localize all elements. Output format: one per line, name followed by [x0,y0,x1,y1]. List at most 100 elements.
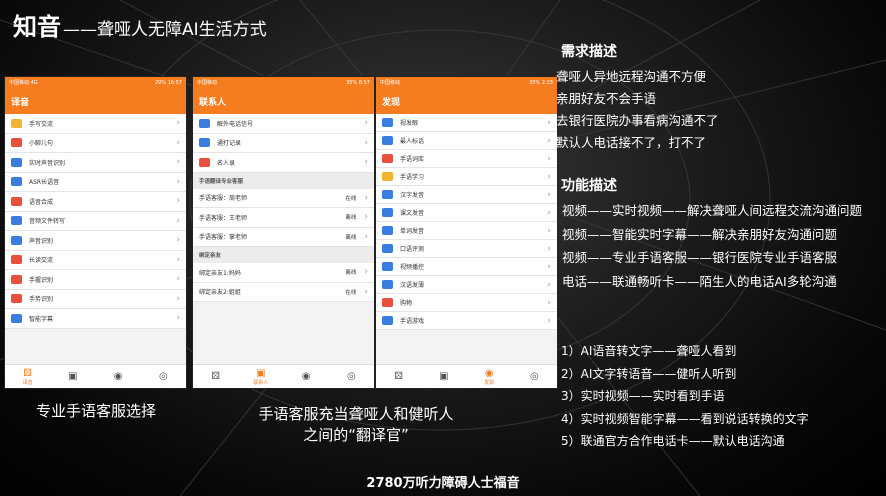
list-item[interactable]: 通打记录 › [193,133,374,153]
list-item[interactable]: 购物 › [376,294,557,312]
list-item[interactable]: 长读交流 › [5,250,186,270]
list-item-label: 手语词库 [400,156,425,163]
list-item-label: 长读交流 [29,257,54,265]
list-item-label: 名人录 [217,159,236,167]
list-item[interactable]: 实时声音识别 › [5,153,186,173]
tab-compass[interactable]: ◉ [284,365,329,388]
ear-icon: ⚄ [23,367,32,379]
item-icon [11,177,22,187]
chevron-right-icon: › [176,137,180,148]
tab-ear[interactable]: ⚄ [376,365,421,388]
text-line: 4）实时视频智能字幕——看到说话转换的文字 [561,411,809,426]
text-line: 3）实时视频——实时看到手语 [561,389,725,403]
status-left: 中国移动 [197,80,218,86]
tab-profile[interactable]: ◎ [329,365,374,388]
tab-chat[interactable]: ▣ 联系人 [238,365,283,388]
chevron-right-icon: › [364,137,368,148]
list-item[interactable]: ASR长语音 › [5,172,186,192]
chevron-right-icon: › [547,279,551,290]
chevron-right-icon: › [547,315,551,326]
needs-list: 聋哑人异地远程沟通不方便 亲朋好友不会手语 去银行医院办事看病沟通不了 默认人电话接不… [556,66,719,154]
item-icon [11,196,22,206]
list-item[interactable]: 声音识别 › [5,231,186,251]
list-item[interactable]: 课文发音 › [376,204,557,222]
profile-icon: ◎ [347,371,356,382]
tab-ear[interactable]: ⚄ [193,365,238,388]
slide-title: 知音 ——聋哑人无障AI生活方式 [13,7,267,42]
list-item[interactable]: 手写交流 › [5,114,186,134]
item-icon [11,118,22,128]
section-header: 手语翻译专业客服 [193,172,374,189]
list-item[interactable]: 语音合成 › [5,192,186,212]
tab-chat[interactable]: ▣ [50,365,95,388]
text-line: 去银行医院办事看病沟通不了 [556,113,719,128]
status-text: 离线 [345,234,357,241]
list-item[interactable]: 名人录 › [193,153,374,173]
status-text: 在线 [345,195,357,202]
phone-screenshot-discover: 中国移动 35% 2:23 发现 视发眼 › 最人标话 › 手语词库 › 手语学习 › 汉字发音 ›… [375,76,558,389]
item-icon [382,172,393,181]
list-item[interactable]: 音频文件转写 › [5,211,186,231]
list-item-label: 汉字发音 [400,192,425,199]
list-item[interactable]: 解外电话信号 › [193,114,374,134]
list-item-label: 语音合成 [29,198,54,206]
item-icon [382,190,393,199]
list-item[interactable]: 汉字发音 › [376,186,557,204]
chevron-right-icon: › [547,243,551,254]
list-item[interactable]: 口语评测 › [376,240,557,258]
list-item-label: 口语评测 [400,246,425,253]
chevron-right-icon: › [364,267,368,278]
tab-profile[interactable]: ◎ [512,365,557,388]
item-icon [382,280,393,289]
list-item[interactable]: 绑定亲友2:姐姐 在线 › [193,282,374,302]
list-item-label: 声音识别 [29,237,54,245]
list-item[interactable]: 手语客服：王老师 离线 › [193,208,374,228]
item-icon [11,157,22,167]
list-item[interactable]: 手语客服：周老师 在线 › [193,188,374,208]
list-item[interactable]: 汉语发薄 › [376,276,557,294]
item-icon [382,226,393,235]
profile-icon: ◎ [159,371,168,382]
tab-compass[interactable]: ◉ [96,365,141,388]
section-header: 绑定亲友 [193,247,374,263]
list-item-label: 视频播控 [400,264,425,271]
list-item[interactable]: 单词发音 › [376,222,557,240]
tab-compass[interactable]: ◉ 发现 [467,365,512,388]
chevron-right-icon: › [547,135,551,146]
list-item[interactable]: 手语词库 › [376,150,557,168]
list-item[interactable]: 小聊儿句 › [5,133,186,153]
chevron-right-icon: › [364,192,368,203]
list-item[interactable]: 手语游戏 › [376,312,557,330]
item-icon [199,157,210,167]
title-subtitle: ——聋哑人无障AI生活方式 [63,20,267,40]
chevron-right-icon: › [364,286,368,297]
list-item[interactable]: 最人标话 › [376,132,557,150]
list-item-label: 音频文件转写 [29,218,66,226]
list-item[interactable]: 手语客服：掌老师 离线 › [193,227,374,247]
chevron-right-icon: › [364,118,368,129]
text-line: 视频——智能实时字幕——解决亲朋好友沟通问题 [562,226,838,242]
chevron-right-icon: › [176,274,180,285]
tab-ear[interactable]: ⚄ 译音 [5,365,50,388]
list-item[interactable]: 智能字幕 › [5,309,186,329]
tab-profile[interactable]: ◎ [141,365,186,388]
list-item-label: 手语学习 [400,174,425,181]
list-item[interactable]: 视发眼 › [376,114,557,132]
text-line: 电话——联通畅听卡——陌生人的电话AI多轮沟通 [562,273,837,289]
item-icon [382,118,393,127]
list-item[interactable]: 手握识别 › [5,270,186,290]
list-item[interactable]: 手势识别 › [5,289,186,309]
list-item-label: 解外电话信号 [217,120,254,128]
list-item[interactable]: 绑定亲友1:妈妈 离线 › [193,263,374,283]
chevron-right-icon: › [176,196,180,207]
caption-translator-line1: 手语客服充当聋哑人和健听人 [258,405,454,423]
phone-screenshot-translate: 中国移动 4G 29% 16:57 译音 手写交流 › 小聊儿句 › 实时声音识别 › ASR… [4,76,187,389]
list-item[interactable]: 视频播控 › [376,258,557,276]
list-item[interactable]: 手语学习 › [376,168,557,186]
status-right: 35% 2:23 [529,79,553,86]
tab-chat[interactable]: ▣ [421,365,466,388]
chevron-right-icon: › [176,118,180,129]
caption-translator: 手语客服充当聋哑人和健听人 之间的“翻译官” [226,404,486,446]
chevron-right-icon: › [176,313,180,324]
list-item-label: 手语客服：周老师 [199,195,248,203]
